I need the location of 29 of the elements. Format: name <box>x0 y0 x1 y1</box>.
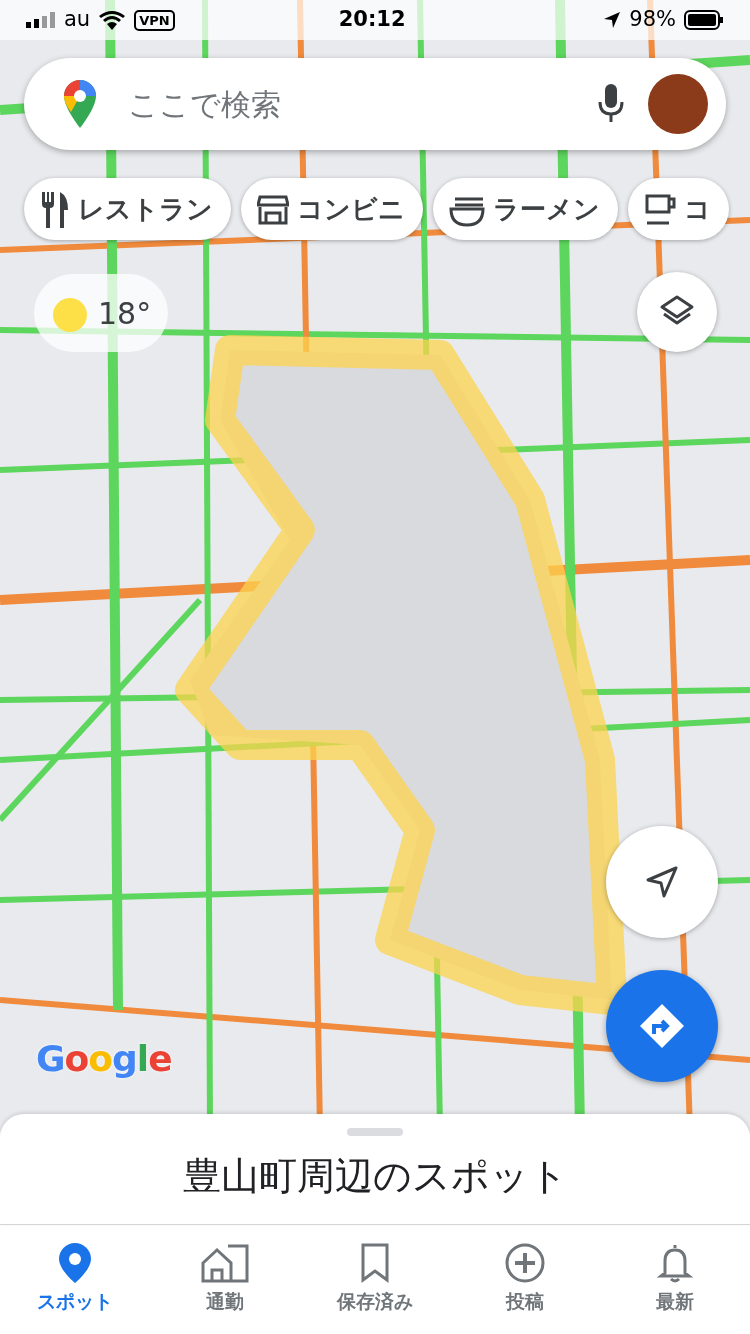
bell-icon <box>657 1243 693 1284</box>
fork-knife-icon <box>40 189 70 229</box>
drag-handle[interactable] <box>347 1128 403 1136</box>
nav-tab[interactable]: 通勤 <box>150 1225 300 1334</box>
directions-icon <box>638 1002 686 1050</box>
microphone-icon[interactable] <box>598 84 624 124</box>
search-field[interactable]: ここで検索 <box>126 80 598 128</box>
map-pin-icon <box>58 1243 92 1284</box>
google-logo: Google <box>36 1037 172 1081</box>
nav-tab[interactable]: スポット <box>0 1225 150 1334</box>
battery-label: 98% <box>629 6 676 34</box>
category-chip[interactable]: コンビニ <box>241 178 423 240</box>
bookmark-icon <box>360 1243 390 1284</box>
category-chip[interactable]: レストラン <box>24 178 231 240</box>
temperature-label: 18° <box>98 294 152 333</box>
nav-tab[interactable]: 投稿 <box>450 1225 600 1334</box>
plus-circle-icon <box>505 1243 545 1284</box>
carrier-label: au <box>64 6 91 34</box>
navigation-arrow-icon <box>645 865 679 899</box>
vpn-badge: VPN <box>134 9 175 31</box>
nav-tab[interactable]: 最新 <box>600 1225 750 1334</box>
category-chip[interactable]: ラーメン <box>433 178 618 240</box>
sheet-title: 豊山町周辺のスポット <box>182 1153 568 1200</box>
map-pin-logo-icon <box>64 80 96 128</box>
nav-tab[interactable]: 保存済み <box>300 1225 450 1334</box>
status-time: 20:12 <box>338 6 406 34</box>
search-bar[interactable]: ここで検索 <box>24 58 726 150</box>
avatar-icon[interactable] <box>648 74 708 134</box>
house-building-icon <box>200 1243 250 1284</box>
